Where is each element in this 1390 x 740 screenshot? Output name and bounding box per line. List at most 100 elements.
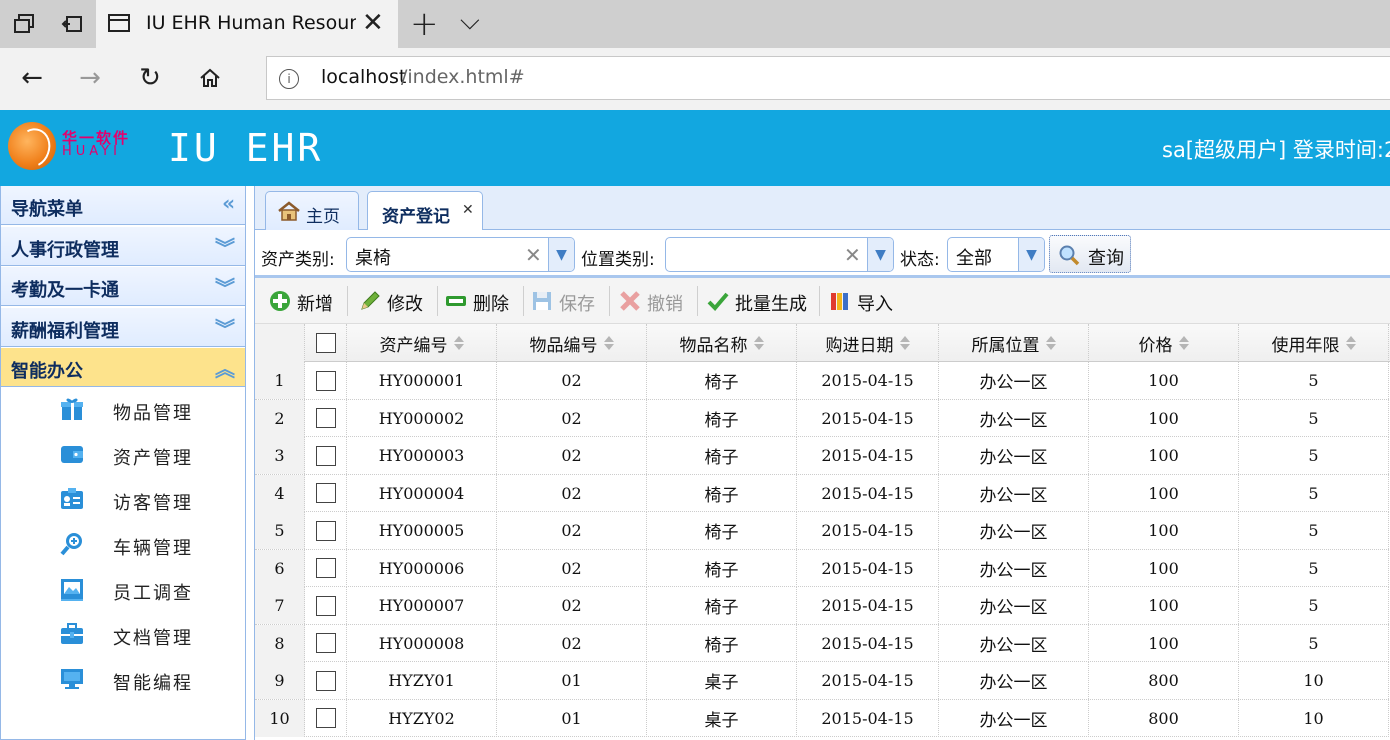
tab-actions-icon[interactable] [0,0,48,48]
sidebar-section-hr-admin[interactable]: 人事行政管理 ︾ [1,227,245,266]
sidebar-item-vehicles[interactable]: 车辆管理 [1,523,245,568]
sidebar-item-survey[interactable]: 员工调查 [1,568,245,613]
row-checkbox[interactable] [315,408,336,428]
close-tab-icon[interactable]: ✕ [362,8,384,38]
table-row[interactable]: 10 HYZY02 01 桌子 2015-04-15 办公一区 800 10 [255,699,1390,737]
cell-asset-no: HY000006 [347,549,497,587]
location-type-select[interactable]: ✕ ▼ [665,237,894,272]
chevron-down-icon[interactable]: ▼ [1018,238,1044,271]
cell-item-name: 椅子 [647,624,797,662]
cell-price: 100 [1089,362,1239,399]
query-button[interactable]: 查询 [1049,235,1131,273]
row-checkbox[interactable] [315,483,336,503]
cell-purchase-date: 2015-04-15 [797,512,939,549]
section-label: 人事行政管理 [11,240,119,261]
column-header-purchase-date[interactable]: 购进日期 [797,324,939,362]
expand-down-icon[interactable]: ︾ [215,232,235,261]
cell-item-no: 02 [497,512,647,549]
home-icon [278,201,300,221]
row-checkbox[interactable] [315,558,336,578]
row-checkbox[interactable] [315,708,336,728]
table-row[interactable]: 3 HY000003 02 椅子 2015-04-15 办公一区 100 5 [255,437,1390,475]
refresh-icon[interactable]: ↻ [130,58,170,98]
expand-down-icon[interactable]: ︾ [215,313,235,342]
toolbar-divider [609,286,610,316]
column-header-label: 价格 [1138,335,1173,356]
home-icon[interactable] [190,58,230,98]
status-select[interactable]: 全部 ▼ [947,237,1045,272]
row-checkbox[interactable] [315,595,336,616]
info-icon[interactable]: i [279,69,299,89]
cell-asset-no: HY000007 [347,587,497,624]
address-bar[interactable]: i localhost /index.html# [266,56,1390,100]
column-header-price[interactable]: 价格 [1089,324,1239,362]
delete-button[interactable]: 删除 [441,284,521,318]
clear-icon[interactable]: ✕ [844,243,861,267]
tab-asset-register[interactable]: 资产登记 ✕ [367,191,483,231]
edit-button[interactable]: 修改 [355,284,435,318]
column-header-asset-no[interactable]: 资产编号 [347,324,497,362]
browser-tab-bar: IU EHR Human Resource ✕ + ⌵ [0,0,1390,48]
asset-type-select[interactable]: 桌椅 ✕ ▼ [346,237,575,272]
cell-item-no: 01 [497,662,647,699]
browser-tab-active[interactable]: IU EHR Human Resource ✕ [96,0,398,48]
row-checkbox[interactable] [315,445,336,466]
column-header-item-no[interactable]: 物品编号 [497,324,647,362]
column-header-item-name[interactable]: 物品名称 [647,324,797,362]
chevron-down-icon[interactable]: ⌵ [460,6,480,37]
cell-asset-no: HY000002 [347,399,497,437]
sidebar-item-items[interactable]: 物品管理 [1,388,245,433]
expand-down-icon[interactable]: ︾ [215,272,235,301]
tab-home[interactable]: 主页 [265,191,359,230]
table-row[interactable]: 5 HY000005 02 椅子 2015-04-15 办公一区 100 5 [255,512,1390,550]
collapse-left-icon[interactable]: « [222,191,235,215]
section-label: 智能办公 [11,361,83,382]
sidebar-item-assets[interactable]: 资产管理 [1,433,245,478]
back-icon[interactable]: ← [12,58,52,98]
table-row[interactable]: 2 HY000002 02 椅子 2015-04-15 办公一区 100 5 [255,399,1390,437]
sidebar-item-documents[interactable]: 文档管理 [1,613,245,658]
user-info: sa[超级用户] 登录时间:2 [1162,138,1390,162]
new-tab-icon[interactable]: + [410,4,439,44]
table-row[interactable]: 7 HY000007 02 椅子 2015-04-15 办公一区 100 5 [255,587,1390,625]
forward-icon[interactable]: → [70,58,110,98]
cell-asset-no: HY000004 [347,474,497,512]
import-button[interactable]: 导入 [825,284,905,318]
sidebar-section-attendance[interactable]: 考勤及一卡通 ︾ [1,267,245,306]
select-all-checkbox[interactable] [315,333,336,353]
cell-service-years: 5 [1239,549,1389,587]
table-row[interactable]: 4 HY000004 02 椅子 2015-04-15 办公一区 100 5 [255,474,1390,512]
sidebar-section-payroll[interactable]: 薪酬福利管理 ︾ [1,308,245,347]
row-checkbox[interactable] [315,520,336,541]
sidebar-item-programming[interactable]: 智能编程 [1,658,245,703]
menu-item-label: 访客管理 [113,493,193,514]
chevron-down-icon[interactable]: ▼ [867,238,893,271]
table-row[interactable]: 8 HY000008 02 椅子 2015-04-15 办公一区 100 5 [255,624,1390,662]
column-header-service-years[interactable]: 使用年限 [1239,324,1389,362]
sidebar-section-smart-office[interactable]: 智能办公 ︽ [1,348,245,387]
browser-tab-title: IU EHR Human Resource [146,12,356,34]
column-header-location[interactable]: 所属位置 [939,324,1089,362]
row-checkbox[interactable] [315,633,336,653]
row-number: 6 [255,549,305,587]
cell-service-years: 10 [1239,699,1389,737]
chevron-down-icon[interactable]: ▼ [548,238,574,271]
tab-home-label: 主页 [306,207,340,227]
clear-icon[interactable]: ✕ [525,243,542,267]
table-row[interactable]: 1 HY000001 02 椅子 2015-04-15 办公一区 100 5 [255,362,1390,400]
row-checkbox[interactable] [315,670,336,691]
undo-button[interactable]: 撤销 [615,284,695,318]
add-button[interactable]: 新增 [265,284,345,318]
cell-item-name: 椅子 [647,437,797,474]
tab-asset-register-label: 资产登记 [382,207,450,227]
table-row[interactable]: 9 HYZY01 01 桌子 2015-04-15 办公一区 800 10 [255,662,1390,700]
row-checkbox[interactable] [315,370,336,391]
table-row[interactable]: 6 HY000006 02 椅子 2015-04-15 办公一区 100 5 [255,549,1390,587]
close-tab-icon[interactable]: ✕ [462,202,474,218]
collapse-up-icon[interactable]: ︽ [215,353,235,382]
sidebar-item-visitors[interactable]: 访客管理 [1,478,245,523]
search-icon [1059,245,1080,266]
batch-generate-button[interactable]: 批量生成 [703,284,819,318]
set-aside-tabs-icon[interactable] [48,0,96,48]
save-button[interactable]: 保存 [527,284,607,318]
